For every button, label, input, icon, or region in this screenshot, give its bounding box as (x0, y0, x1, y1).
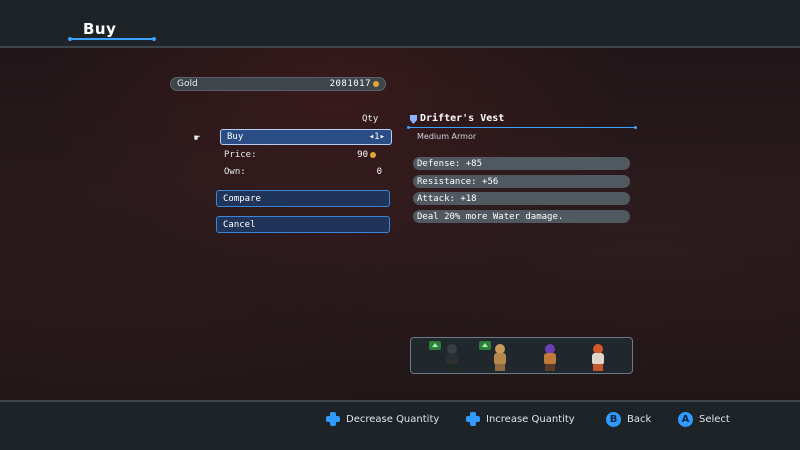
own-value: 0 (376, 167, 382, 177)
price-value-wrap: 90 (316, 150, 376, 160)
own-label: Own: (224, 167, 246, 177)
page-title: Buy (83, 20, 117, 38)
stat-defense: Defense: +85 (413, 157, 630, 170)
hint-label: Select (699, 414, 730, 425)
stat-resistance: Resistance: +56 (413, 175, 630, 188)
pointer-hand-icon: ☛ (194, 133, 201, 144)
hint-increase-quantity[interactable]: Increase Quantity (466, 412, 575, 426)
buy-quantity-row[interactable]: Buy ◂1▸ (220, 129, 392, 145)
qty-header: Qty (362, 114, 379, 124)
dpad-right-icon (466, 412, 480, 426)
title-underline (68, 37, 156, 41)
b-button-icon: B (606, 412, 621, 427)
stat-attack: Attack: +18 (413, 192, 630, 205)
hint-back[interactable]: B Back (606, 412, 651, 427)
gold-value: 2081017 (329, 79, 371, 89)
armor-icon (410, 115, 417, 124)
buy-label: Buy (227, 132, 244, 142)
party-member-4[interactable] (589, 344, 607, 372)
price-value: 90 (357, 150, 368, 160)
cancel-button[interactable]: Cancel (216, 216, 390, 233)
item-header: Drifter's Vest (407, 112, 637, 130)
member-legs (495, 364, 505, 371)
gold-amount: 2081017 (330, 79, 379, 89)
party-panel (410, 337, 633, 374)
party-member-1[interactable] (429, 341, 461, 372)
header-bar: Buy (0, 0, 800, 48)
stat-effect: Deal 20% more Water damage. (413, 210, 630, 223)
hint-label: Back (627, 414, 652, 425)
hint-label: Decrease Quantity (346, 413, 440, 425)
upgrade-arrow-icon (479, 341, 491, 350)
background-dim (0, 48, 800, 400)
member-legs (545, 364, 555, 371)
a-button-icon: A (678, 412, 693, 427)
dpad-left-icon (326, 412, 340, 426)
coin-icon (370, 151, 376, 158)
member-legs (593, 364, 603, 371)
item-type: Medium Armor (417, 132, 477, 141)
gold-bar: Gold 2081017 (170, 77, 386, 91)
party-member-3[interactable] (541, 344, 559, 372)
item-title-underline (407, 126, 637, 129)
compare-label: Compare (223, 193, 261, 204)
coin-icon (373, 80, 379, 87)
party-member-2[interactable] (479, 341, 509, 372)
footer-bar: Decrease Quantity Increase Quantity B Ba… (0, 400, 800, 450)
cancel-label: Cancel (223, 219, 256, 230)
gold-label: Gold (177, 79, 198, 89)
member-legs (447, 364, 457, 371)
hint-label: Increase Quantity (486, 413, 575, 425)
upgrade-arrow-icon (429, 341, 441, 350)
price-label: Price: (224, 150, 257, 160)
hint-decrease-quantity[interactable]: Decrease Quantity (326, 412, 439, 426)
item-name: Drifter's Vest (420, 113, 505, 124)
compare-button[interactable]: Compare (216, 190, 390, 207)
quantity-stepper[interactable]: ◂1▸ (369, 132, 385, 142)
hint-select[interactable]: A Select (678, 412, 730, 427)
